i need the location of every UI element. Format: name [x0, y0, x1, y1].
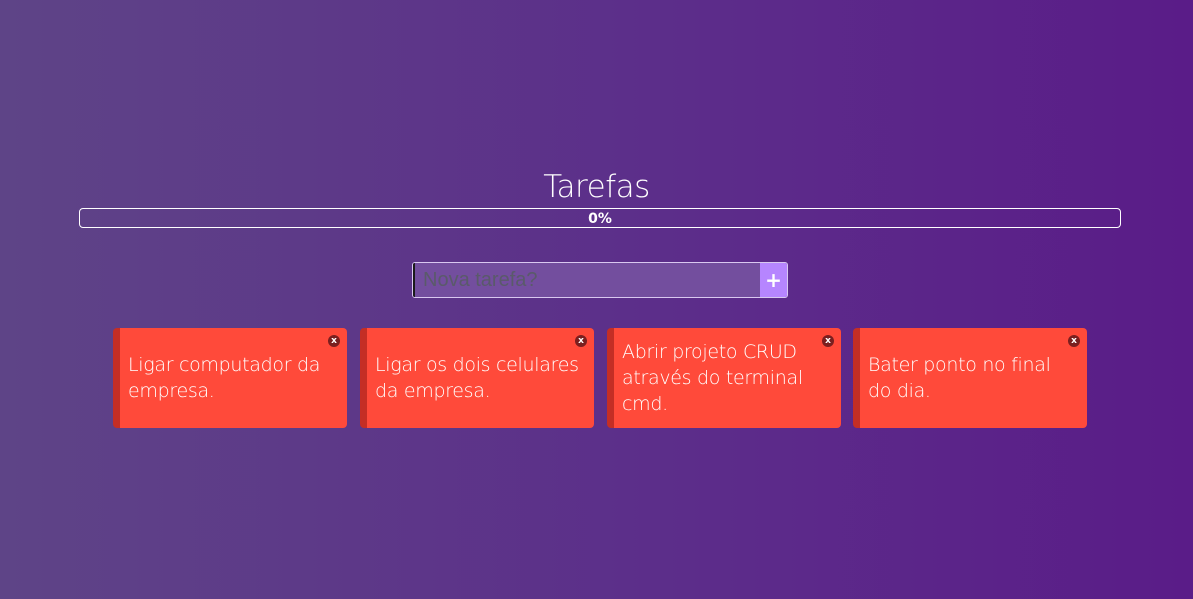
task-text: Ligar os dois celulares da empresa. [375, 354, 579, 402]
page-title: Tarefas [543, 169, 650, 205]
close-icon[interactable]: x [1068, 335, 1080, 347]
task-card[interactable]: Bater ponto no final do dia. x [853, 328, 1087, 428]
task-card[interactable]: Ligar os dois celulares da empresa. x [360, 328, 594, 428]
close-icon[interactable]: x [328, 335, 340, 347]
task-list: Ligar computador da empresa. x Ligar os … [113, 328, 1087, 428]
new-task-form: + [412, 262, 788, 298]
new-task-input[interactable] [413, 263, 760, 297]
close-icon[interactable]: x [575, 335, 587, 347]
close-icon[interactable]: x [822, 335, 834, 347]
task-card[interactable]: Ligar computador da empresa. x [113, 328, 347, 428]
task-text: Bater ponto no final do dia. [868, 354, 1051, 402]
task-text: Ligar computador da empresa. [128, 354, 321, 402]
task-card[interactable]: Abrir projeto CRUD através do terminal c… [607, 328, 841, 428]
task-text: Abrir projeto CRUD através do terminal c… [622, 341, 803, 415]
progress-label: 0% [588, 211, 612, 227]
progress-bar: 0% [79, 208, 1121, 228]
add-task-button[interactable]: + [760, 263, 787, 297]
